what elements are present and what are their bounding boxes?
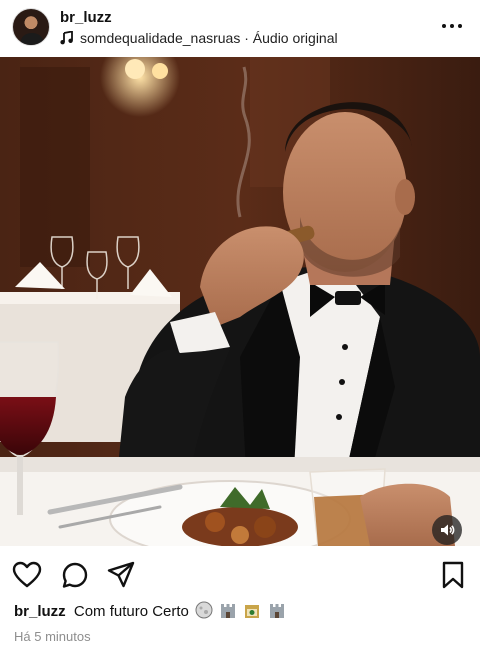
username[interactable]: br_luzz — [60, 9, 112, 26]
audio-label: somdequalidade_nasruas · Áudio original — [80, 30, 338, 46]
bookmark-icon[interactable] — [438, 560, 468, 590]
post-photo-illustration — [0, 57, 480, 546]
comment-icon[interactable] — [60, 560, 90, 590]
post-image[interactable] — [0, 57, 480, 546]
avatar[interactable] — [12, 8, 50, 46]
castle-emoji-icon — [269, 604, 284, 618]
post-header: br_luzz somdequalidade_nasruas · Áudio o… — [0, 0, 480, 56]
caption-username[interactable]: br_luzz — [14, 603, 66, 620]
audio-info[interactable]: somdequalidade_nasruas · Áudio original — [60, 30, 338, 46]
music-note-icon — [60, 31, 73, 45]
caption: br_luzz Com futuro Certo — [14, 601, 286, 620]
volume-icon[interactable] — [432, 515, 462, 545]
bank-emoji-icon — [245, 605, 260, 618]
caption-text: Com futuro Certo — [73, 603, 189, 620]
heart-icon[interactable] — [12, 560, 42, 590]
more-options-icon[interactable] — [438, 14, 466, 38]
action-bar — [0, 556, 480, 596]
send-icon[interactable] — [106, 560, 136, 590]
moon-emoji-icon — [195, 601, 213, 619]
castle-emoji-icon — [221, 604, 236, 618]
post-timestamp: Há 5 minutos — [14, 629, 91, 644]
